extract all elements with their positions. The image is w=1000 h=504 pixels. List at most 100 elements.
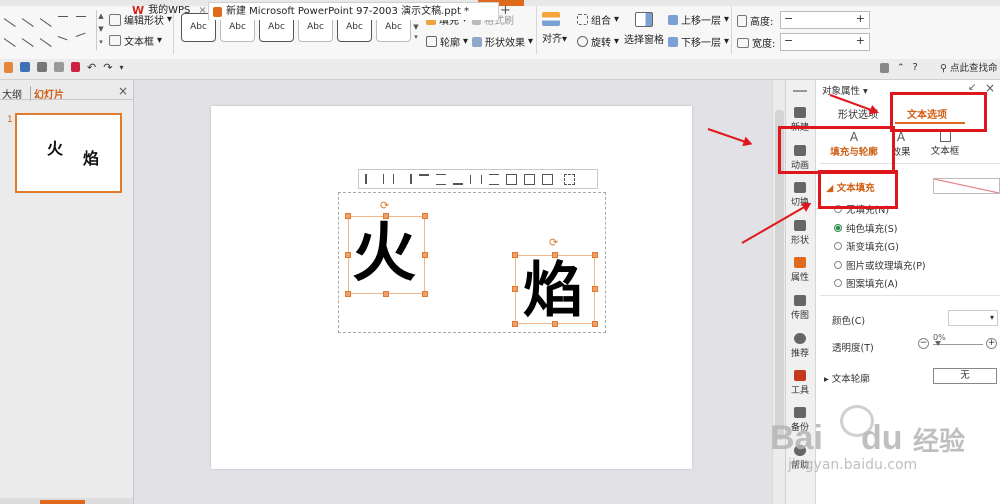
height-input[interactable]: − + [780,11,870,29]
align-right-icon[interactable] [401,174,412,184]
search-command-box[interactable]: ⚲ 点此查找命 [940,61,1000,77]
option-pattern-fill[interactable]: 图案填充(A) [834,276,898,290]
sidebar-item-upload-image[interactable]: 传图 [785,295,815,321]
help-icon[interactable]: ? [913,62,918,73]
width-minus-button[interactable]: − [784,34,793,47]
rotate-icon [577,36,588,47]
skin-icon[interactable] [880,62,889,73]
slide-thumbnail[interactable]: 火 焰 [15,113,122,193]
equal-height-icon[interactable] [524,173,535,185]
resize-handle[interactable] [345,213,351,219]
subtab-textbox[interactable]: 文本框 [928,130,962,157]
group-button[interactable]: 组合 ▾ [577,12,619,27]
resize-handle[interactable] [592,252,598,258]
selection-pane-icon [635,12,653,27]
resize-handle[interactable] [383,213,389,219]
gallery-scroll-icon[interactable]: ▲ ▼ ▾ [96,10,105,50]
resize-handle[interactable] [422,291,428,297]
align-top-icon[interactable] [419,173,429,185]
text-outline-section[interactable]: ▸ 文本轮廓 [824,371,870,385]
save-icon[interactable] [20,62,30,72]
color-dropdown[interactable]: ▾ [948,310,998,326]
bring-forward-button[interactable]: 上移一层 ▾ [668,12,729,27]
send-backward-icon [668,36,678,47]
new-tab-button[interactable]: + [500,2,511,19]
equal-width-icon[interactable] [506,173,517,185]
height-minus-button[interactable]: − [784,12,793,25]
new-file-icon[interactable] [4,62,13,73]
resize-handle[interactable] [512,321,518,327]
resize-handle[interactable] [422,213,428,219]
rotate-handle-icon[interactable]: ⟳ [549,236,558,249]
baidu-watermark: Bai◯du 经验 jingyan.baidu.com [770,405,995,475]
resize-handle[interactable] [552,252,558,258]
option-gradient-fill[interactable]: 渐变填充(G) [834,239,899,253]
distribute-vertical-icon[interactable] [489,173,499,185]
text-outline-dropdown[interactable]: 无 [933,368,997,384]
sidebar-item-tools[interactable]: 工具 [785,370,815,396]
width-input[interactable]: − + [780,33,870,51]
distribute-horizontal-icon[interactable] [470,174,482,184]
transparency-plus-button[interactable]: + [986,338,997,349]
height-plus-button[interactable]: + [856,12,865,25]
resize-handle[interactable] [512,286,518,292]
redo-icon[interactable]: ↷ [103,62,112,74]
text-box-button[interactable]: 文本框 ▾ [109,33,162,48]
align-bottom-icon[interactable] [453,174,463,185]
char-fire: 火 [352,217,416,291]
resize-handle[interactable] [552,321,558,327]
align-left-icon[interactable] [365,174,376,184]
color-label: 颜色(C) [832,316,866,327]
shapes-gallery[interactable] [0,8,95,54]
option-picture-fill[interactable]: 图片或纹理填充(P) [834,258,926,272]
option-solid-fill[interactable]: 纯色填充(S) [834,221,897,235]
rotate-handle-icon[interactable]: ⟳ [380,199,389,212]
send-backward-button[interactable]: 下移一层 ▾ [668,34,729,49]
selection-pane-button[interactable]: 选择窗格 [624,12,664,46]
transparency-slider[interactable] [933,341,983,346]
undo-icon[interactable]: ↶ [87,62,96,74]
textbox-fire[interactable]: 火 [348,216,425,294]
resize-handle[interactable] [592,321,598,327]
shape-icon [794,220,806,231]
resize-handle[interactable] [345,291,351,297]
width-icon [737,37,749,48]
transparency-label: 透明度(T) [832,343,874,354]
sidebar-item-properties[interactable]: 属性 [785,257,815,283]
collapse-icon[interactable]: ⌃ [897,63,905,73]
slide-number: 1 [7,115,13,125]
wps-logo-icon: W [132,4,145,17]
print-icon[interactable] [54,62,64,72]
highlight-text-fill [818,170,898,209]
align-button[interactable]: 对齐▾ [542,12,567,45]
slider-thumb[interactable] [935,341,941,346]
resize-handle[interactable] [345,252,351,258]
tab-my-wps[interactable]: W 我的WPS × [132,2,207,19]
print-preview-icon[interactable] [37,62,47,72]
align-middle-icon[interactable] [436,173,446,185]
equal-size-icon[interactable] [542,173,553,185]
shape-effect-button[interactable]: 形状效果 ▾ [472,34,533,49]
char-flame: 焰 [523,256,583,326]
width-plus-button[interactable]: + [856,34,865,47]
tab-wps-close-icon[interactable]: × [198,2,206,19]
outline-button[interactable]: 轮廓 ▾ [426,34,468,49]
text-fill-preview[interactable] [933,178,1000,194]
textbox-flame[interactable]: 焰 [515,255,595,326]
resize-handle[interactable] [592,286,598,292]
tab-document[interactable]: 新建 Microsoft PowerPoint 97-2003 演示文稿.ppt… [208,2,499,20]
status-active-mark [40,500,85,504]
resize-handle[interactable] [422,252,428,258]
align-float-more-icon[interactable] [564,173,575,185]
sidebar-item-shape[interactable]: 形状 [785,220,815,246]
rotate-button[interactable]: 旋转 ▾ [577,34,619,49]
align-center-icon[interactable] [383,174,394,184]
customize-icon[interactable]: ▾ [119,62,123,74]
transparency-minus-button[interactable]: − [918,338,929,349]
sidebar-item-recommend[interactable]: 推荐 [785,333,815,359]
align-icon [542,12,560,26]
resize-handle[interactable] [383,291,389,297]
panel-close-icon[interactable]: × [118,84,128,98]
export-pdf-icon[interactable] [71,62,80,72]
resize-handle[interactable] [512,252,518,258]
